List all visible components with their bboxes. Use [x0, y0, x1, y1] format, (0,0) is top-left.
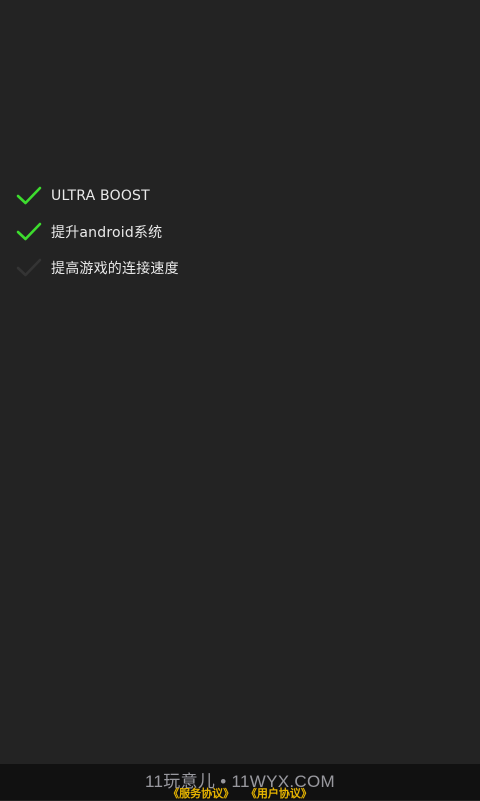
- user-agreement-link[interactable]: 《用户协议》: [246, 787, 312, 800]
- boost-checklist: ULTRA BOOST 提升android系统 提高游戏的连接速度: [16, 178, 316, 286]
- check-icon: [16, 221, 42, 243]
- check-icon: [16, 257, 42, 279]
- service-agreement-link[interactable]: 《服务协议》: [168, 787, 234, 800]
- checklist-label: 提高游戏的连接速度: [51, 261, 179, 277]
- checklist-label: 提升android系统: [51, 225, 163, 241]
- checklist-item-ultra-boost: ULTRA BOOST: [16, 178, 316, 214]
- checklist-item-android-system: 提升android系统: [16, 214, 316, 250]
- agreement-links: 《服务协议》 《用户协议》: [0, 785, 480, 801]
- check-icon: [16, 185, 42, 207]
- checklist-label: ULTRA BOOST: [51, 188, 150, 204]
- footer-bar: 11玩意儿 • 11WYX.COM 《服务协议》 《用户协议》: [0, 764, 480, 800]
- checklist-item-connection-speed: 提高游戏的连接速度: [16, 250, 316, 286]
